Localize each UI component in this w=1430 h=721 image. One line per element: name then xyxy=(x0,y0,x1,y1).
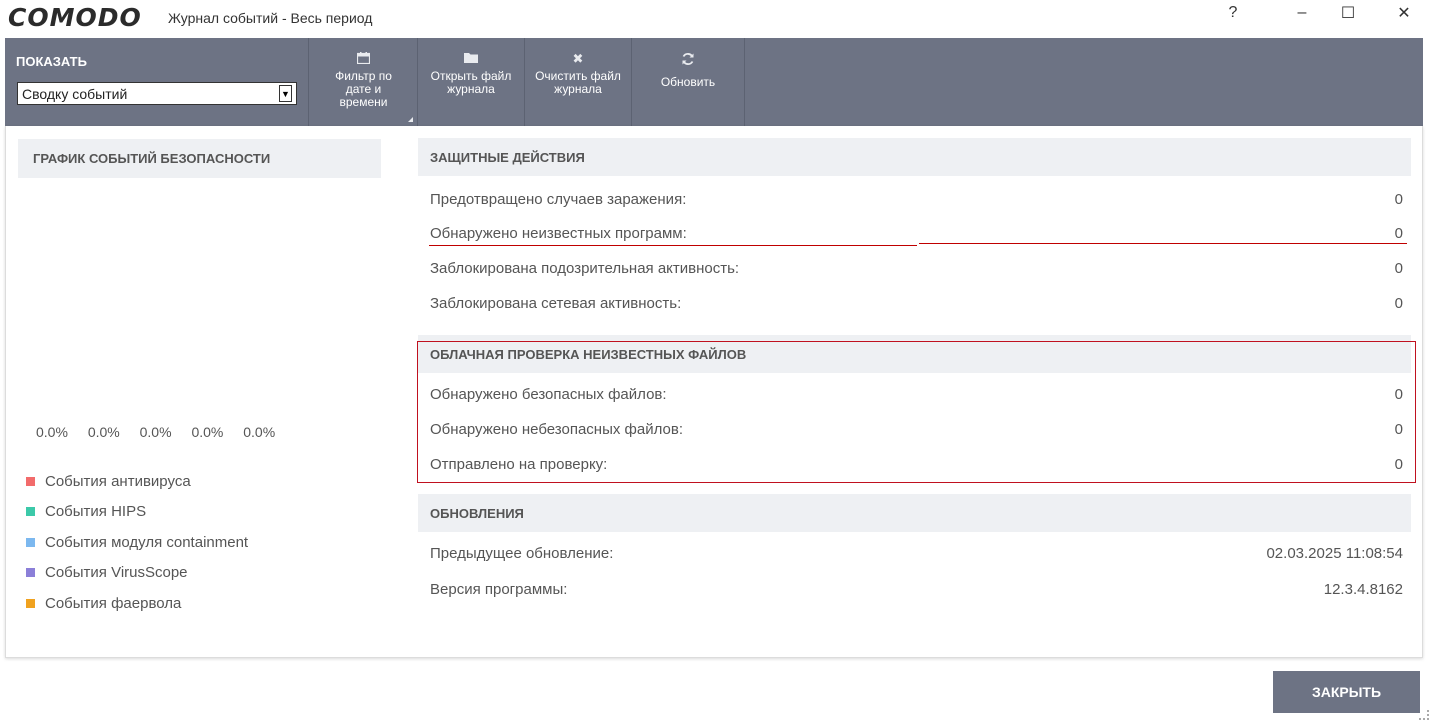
maximize-button[interactable]: ☐ xyxy=(1325,0,1371,26)
percent-label: 0.0% xyxy=(243,424,276,440)
clear-log-label: Очистить файл журнала xyxy=(535,69,621,96)
annotation-highlight-box xyxy=(417,341,1416,483)
dropdown-arrow-icon[interactable]: ▼ xyxy=(279,85,292,102)
legend-swatch xyxy=(26,568,35,578)
annotation-underline xyxy=(429,245,917,246)
legend-label: События HIPS xyxy=(45,503,147,521)
refresh-label: Обновить xyxy=(660,75,716,89)
open-log-label: Открыть файл журнала xyxy=(430,69,512,96)
show-group: ПОКАЗАТЬ Сводку событий ▼ xyxy=(5,38,309,126)
stat-row: Заблокирована сетевая активность: 0 xyxy=(430,295,1403,315)
percent-label: 0.0% xyxy=(87,424,120,440)
help-button[interactable]: ? xyxy=(1210,0,1256,26)
stat-row: Обнаружено неизвестных программ: 0 xyxy=(430,225,1403,245)
calendar-icon xyxy=(310,52,417,66)
percent-label: 0.0% xyxy=(139,424,172,440)
chart-header: ГРАФИК СОБЫТИЙ БЕЗОПАСНОСТИ xyxy=(18,139,381,178)
legend-swatch xyxy=(26,476,35,486)
show-select-value: Сводку событий xyxy=(22,86,128,102)
legend-swatch xyxy=(26,537,35,547)
expand-corner-icon xyxy=(408,117,413,122)
legend-item-containment: События модуля containment xyxy=(26,527,248,558)
protective-title: ЗАЩИТНЫЕ ДЕЙСТВИЯ xyxy=(430,150,585,165)
refresh-icon xyxy=(632,52,744,66)
annotation-underline xyxy=(919,243,1407,244)
legend-item-antivirus: События антивируса xyxy=(26,466,248,497)
open-log-button[interactable]: Открыть файл журнала xyxy=(418,38,525,126)
stat-value: 0 xyxy=(1394,225,1403,242)
stat-value: 12.3.4.8162 xyxy=(1323,581,1403,598)
stat-row: Заблокирована подозрительная активность:… xyxy=(430,260,1403,280)
stat-value: 02.03.2025 11:08:54 xyxy=(1266,545,1403,562)
comodo-logo: COMODO xyxy=(8,3,142,32)
close-button[interactable]: ЗАКРЫТЬ xyxy=(1273,671,1420,713)
stat-label: Обнаружено неизвестных программ: xyxy=(430,225,687,242)
main-panel: ГРАФИК СОБЫТИЙ БЕЗОПАСНОСТИ 0.0% 0.0% 0.… xyxy=(5,126,1423,658)
legend-label: События модуля containment xyxy=(45,533,249,551)
close-window-button[interactable]: ✕ xyxy=(1381,0,1427,26)
percent-label: 0.0% xyxy=(191,424,224,440)
filter-date-button[interactable]: Фильтр по дате и времени xyxy=(310,38,418,126)
updates-title: ОБНОВЛЕНИЯ xyxy=(430,506,524,521)
stat-label: Заблокирована сетевая активность: xyxy=(430,295,682,312)
chart-legend: События антивируса События HIPS События … xyxy=(26,466,248,619)
legend-item-firewall: События фаервола xyxy=(26,588,248,619)
stat-label: Заблокирована подозрительная активность: xyxy=(430,260,740,277)
legend-label: События VirusScope xyxy=(45,564,188,582)
filter-date-label: Фильтр по дате и времени xyxy=(335,69,392,109)
updates-header: ОБНОВЛЕНИЯ xyxy=(418,494,1411,532)
legend-item-hips: События HIPS xyxy=(26,497,248,528)
stat-row: Версия программы: 12.3.4.8162 xyxy=(430,581,1403,601)
stat-value: 0 xyxy=(1394,295,1403,312)
clear-log-button[interactable]: ✖ Очистить файл журнала xyxy=(525,38,632,126)
clear-icon: ✖ xyxy=(572,51,584,66)
chart-title: ГРАФИК СОБЫТИЙ БЕЗОПАСНОСТИ xyxy=(33,151,271,166)
legend-swatch xyxy=(26,507,35,517)
stat-row: Предотвращено случаев заражения: 0 xyxy=(430,191,1403,211)
stat-label: Версия программы: xyxy=(430,581,568,598)
resize-grip-icon[interactable] xyxy=(1419,710,1429,720)
stat-value: 0 xyxy=(1394,191,1403,208)
protective-header: ЗАЩИТНЫЕ ДЕЙСТВИЯ xyxy=(418,138,1411,176)
show-label: ПОКАЗАТЬ xyxy=(16,54,87,69)
percent-label: 0.0% xyxy=(36,424,68,440)
legend-label: События фаервола xyxy=(45,594,182,612)
stat-label: Предыдущее обновление: xyxy=(430,545,614,562)
window-title: Журнал событий - Весь период xyxy=(168,10,373,26)
folder-icon xyxy=(418,52,524,66)
refresh-button[interactable]: Обновить xyxy=(632,38,745,126)
chart-percent-labels: 0.0% 0.0% 0.0% 0.0% 0.0% xyxy=(36,424,291,440)
stat-label: Предотвращено случаев заражения: xyxy=(430,191,687,208)
stat-value: 0 xyxy=(1394,260,1403,277)
title-bar: COMODO Журнал событий - Весь период ? – … xyxy=(0,0,1430,38)
legend-item-virusscope: События VirusScope xyxy=(26,558,248,589)
toolbar: ПОКАЗАТЬ Сводку событий ▼ Фильтр по дате… xyxy=(5,38,1423,126)
legend-swatch xyxy=(26,598,35,608)
show-select[interactable]: Сводку событий ▼ xyxy=(17,82,297,105)
legend-label: События антивируса xyxy=(45,472,191,490)
stat-row: Предыдущее обновление: 02.03.2025 11:08:… xyxy=(430,545,1403,565)
minimize-button[interactable]: – xyxy=(1279,0,1325,26)
